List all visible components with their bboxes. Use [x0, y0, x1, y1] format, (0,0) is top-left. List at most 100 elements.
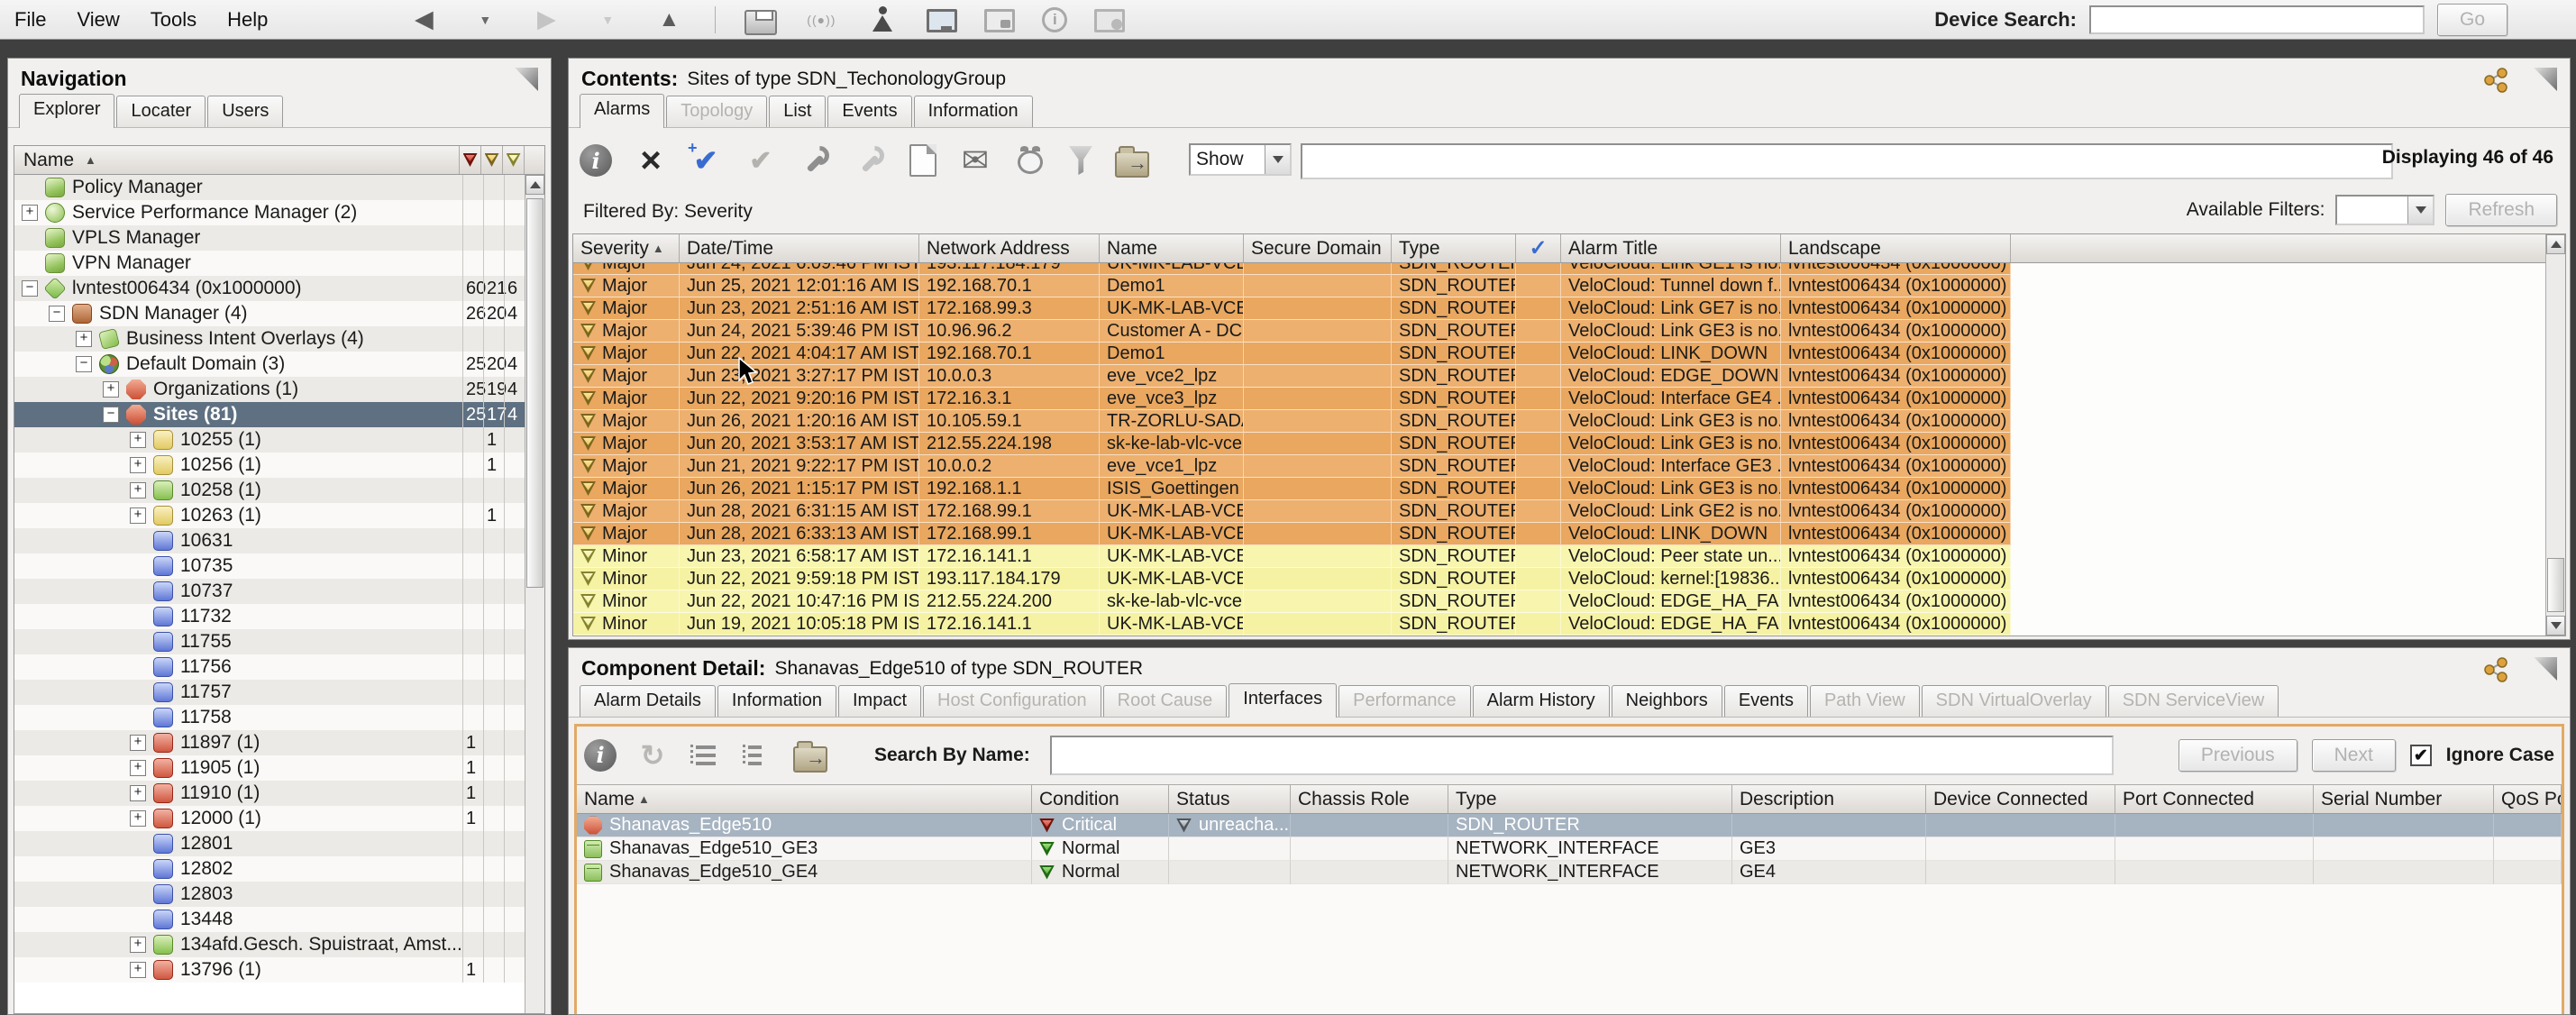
- column-header-landscape[interactable]: Landscape: [1781, 234, 2011, 262]
- back-icon[interactable]: [406, 3, 441, 37]
- tree-item-10263-1[interactable]: + 10263 (1) 1: [14, 503, 525, 528]
- tab-sdn-serviceview[interactable]: SDN ServiceView: [2108, 685, 2279, 717]
- tab-impact[interactable]: Impact: [838, 685, 921, 717]
- refresh-icon[interactable]: [636, 739, 669, 772]
- tab-neighbors[interactable]: Neighbors: [1612, 685, 1722, 717]
- ignore-case-checkbox[interactable]: [2410, 745, 2432, 766]
- tree-item-10735[interactable]: 10735: [14, 553, 525, 579]
- expander-icon[interactable]: +: [130, 508, 146, 524]
- tab-events[interactable]: Events: [827, 96, 911, 127]
- expander-icon[interactable]: +: [130, 785, 146, 801]
- dropdown-arrow-icon[interactable]: [1265, 145, 1290, 174]
- tab-interfaces[interactable]: Interfaces: [1229, 683, 1337, 718]
- column-header-name[interactable]: Name: [1100, 234, 1244, 262]
- dropdown-arrow-icon[interactable]: [2407, 197, 2433, 224]
- expander-icon[interactable]: +: [130, 457, 146, 473]
- alarm-row[interactable]: Major Jun 23, 2021 3:27:17 PM IST 10.0.0…: [573, 365, 2545, 388]
- tree-item-12803[interactable]: 12803: [14, 882, 525, 907]
- tab-alarm-history[interactable]: Alarm History: [1473, 685, 1610, 717]
- expander-icon[interactable]: +: [130, 937, 146, 953]
- alarm-row[interactable]: Major Jun 24, 2021 6:09:46 PM IST 193.11…: [573, 263, 2545, 275]
- column-header-port-connected[interactable]: Port Connected: [2115, 785, 2314, 813]
- search-by-name-input[interactable]: [1050, 736, 2114, 775]
- tree-item-default-domain-3[interactable]: − Default Domain (3) 25 20 4: [14, 352, 525, 377]
- unacknowledge-icon[interactable]: [744, 144, 777, 177]
- tab-explorer[interactable]: Explorer: [19, 94, 114, 128]
- tree-item-13448[interactable]: 13448: [14, 907, 525, 932]
- column-header-network-address[interactable]: Network Address: [919, 234, 1100, 262]
- column-header-acknowledged[interactable]: ✓: [1516, 234, 1561, 262]
- column-header-device-connected[interactable]: Device Connected: [1926, 785, 2115, 813]
- share-icon[interactable]: [2481, 66, 2510, 95]
- events-console-icon[interactable]: [1094, 9, 1125, 32]
- console-icon[interactable]: [927, 9, 957, 32]
- tree-item-sdn-manager-4[interactable]: − SDN Manager (4) 26 20 4: [14, 301, 525, 326]
- clear-icon[interactable]: [635, 144, 667, 177]
- expand-all-icon[interactable]: [689, 739, 721, 772]
- forward-history-icon[interactable]: [590, 3, 625, 37]
- tree-item-134afd-gesch-spuistraat-amst[interactable]: + 134afd.Gesch. Spuistraat, Amst...: [14, 932, 525, 957]
- tree-item-12000-1[interactable]: + 12000 (1) 1: [14, 806, 525, 831]
- collapse-all-icon[interactable]: [741, 739, 773, 772]
- print-icon[interactable]: [744, 10, 777, 35]
- alarm-row[interactable]: Major Jun 24, 2021 5:39:46 PM IST 10.96.…: [573, 320, 2545, 343]
- menu-view[interactable]: View: [77, 8, 119, 32]
- export-icon[interactable]: [793, 746, 827, 773]
- column-header-qos-po[interactable]: QoS Po: [2494, 785, 2562, 813]
- tab-information[interactable]: Information: [717, 685, 836, 717]
- expander-icon[interactable]: −: [103, 407, 119, 423]
- tree-item-service-performance-manager-2[interactable]: + Service Performance Manager (2): [14, 200, 525, 225]
- alarm-row[interactable]: Major Jun 22, 2021 4:04:17 AM IST 192.16…: [573, 343, 2545, 365]
- filter-icon[interactable]: [1069, 146, 1092, 175]
- expander-icon[interactable]: +: [130, 810, 146, 827]
- expander-icon[interactable]: −: [22, 280, 38, 297]
- interface-row-shanavas-edge510-ge3[interactable]: Shanavas_Edge510_GE3 Normal NETWORK_INTE…: [577, 837, 2562, 861]
- tree-item-11732[interactable]: 11732: [14, 604, 525, 629]
- tree-item-12801[interactable]: 12801: [14, 831, 525, 856]
- tree-scrollbar[interactable]: [525, 175, 544, 1013]
- alarm-row[interactable]: Major Jun 28, 2021 6:31:15 AM IST 172.16…: [573, 500, 2545, 523]
- column-header-description[interactable]: Description: [1732, 785, 1926, 813]
- tree-item-13796-1[interactable]: + 13796 (1) 1: [14, 957, 525, 983]
- tab-events[interactable]: Events: [1724, 685, 1808, 717]
- alarm-row[interactable]: Major Jun 22, 2021 9:20:16 PM IST 172.16…: [573, 388, 2545, 410]
- tree-item-10258-1[interactable]: + 10258 (1): [14, 478, 525, 503]
- alarm-row[interactable]: Minor Jun 19, 2021 10:05:18 PM IST 172.1…: [573, 613, 2545, 636]
- tree-item-11905-1[interactable]: + 11905 (1) 1: [14, 755, 525, 781]
- info-icon[interactable]: [584, 739, 617, 772]
- column-header-name[interactable]: Name: [577, 785, 1032, 813]
- column-header-status[interactable]: Status: [1169, 785, 1291, 813]
- tab-path-view[interactable]: Path View: [1810, 685, 1920, 717]
- tree-item-11755[interactable]: 11755: [14, 629, 525, 654]
- column-header-chassis-role[interactable]: Chassis Role: [1291, 785, 1448, 813]
- column-header-serial-number[interactable]: Serial Number: [2314, 785, 2494, 813]
- alarm-row[interactable]: Major Jun 20, 2021 3:53:17 AM IST 212.55…: [573, 433, 2545, 455]
- audio-icon[interactable]: [804, 3, 838, 37]
- scrollbar-thumb[interactable]: [2547, 558, 2564, 612]
- menu-tools[interactable]: Tools: [151, 8, 196, 32]
- expander-icon[interactable]: +: [103, 381, 119, 398]
- column-header-alarm-title[interactable]: Alarm Title: [1561, 234, 1781, 262]
- expander-icon[interactable]: +: [130, 760, 146, 776]
- alarm-row[interactable]: Minor Jun 22, 2021 9:59:18 PM IST 193.11…: [573, 568, 2545, 590]
- tree-item-11757[interactable]: 11757: [14, 680, 525, 705]
- scroll-up-icon[interactable]: [525, 175, 544, 195]
- tab-alarm-details[interactable]: Alarm Details: [580, 685, 716, 717]
- expander-icon[interactable]: +: [130, 962, 146, 978]
- alarm-row[interactable]: Minor Jun 23, 2021 6:58:17 AM IST 172.16…: [573, 545, 2545, 568]
- report-icon[interactable]: [909, 144, 936, 177]
- tree-item-lvntest006434-0x1000000[interactable]: − lvntest006434 (0x1000000) 60 21 6: [14, 276, 525, 301]
- alarm-row[interactable]: Major Jun 28, 2021 6:33:13 AM IST 172.16…: [573, 523, 2545, 545]
- column-header-type[interactable]: Type: [1392, 234, 1516, 262]
- tab-performance[interactable]: Performance: [1338, 685, 1471, 717]
- tree-item-11910-1[interactable]: + 11910 (1) 1: [14, 781, 525, 806]
- expander-icon[interactable]: −: [76, 356, 92, 372]
- tree-item-11758[interactable]: 11758: [14, 705, 525, 730]
- tab-root-cause[interactable]: Root Cause: [1103, 685, 1228, 717]
- tree-item-11756[interactable]: 11756: [14, 654, 525, 680]
- tree-item-10737[interactable]: 10737: [14, 579, 525, 604]
- expander-icon[interactable]: +: [130, 735, 146, 751]
- tree-item-vpls-manager[interactable]: VPLS Manager: [14, 225, 525, 251]
- share-icon[interactable]: [2481, 655, 2510, 684]
- troubleshoot-icon[interactable]: [854, 144, 887, 177]
